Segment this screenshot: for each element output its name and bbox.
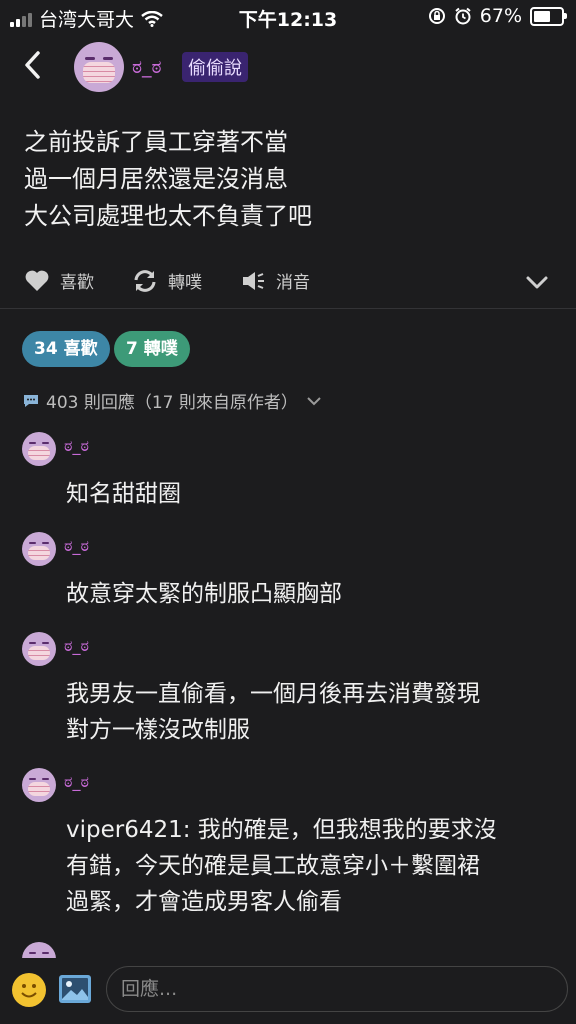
- status-right: 67%: [428, 5, 567, 27]
- commenter-avatar[interactable]: [22, 632, 56, 666]
- post-line: 過一個月居然還是沒消息: [24, 165, 288, 193]
- comment-text: 我男友一直偷看，一個月後再去消費發現 對方一樣沒改制服: [66, 676, 556, 748]
- battery-icon: [530, 6, 567, 26]
- avatar-mask: [28, 445, 50, 460]
- speech-bubble-icon: [24, 394, 38, 407]
- comment-line: 我男友一直偷看，一個月後再去消費發現: [66, 681, 480, 707]
- orientation-lock-icon: [428, 8, 445, 24]
- heart-icon: [25, 270, 49, 291]
- commenter-name[interactable]: ಠ_ಠ: [64, 636, 89, 656]
- avatar-mask: [28, 545, 50, 560]
- comment-line: 有錯，今天的確是員工故意穿小＋繫圍裙: [66, 853, 480, 879]
- battery-percent: 67%: [479, 5, 522, 27]
- reply-summary[interactable]: 403 則回應（17 則來自原作者）: [22, 388, 324, 413]
- avatar-eye: [41, 642, 49, 645]
- comment-line: 知名甜甜圈: [66, 481, 181, 507]
- avatar-eye: [41, 952, 49, 955]
- comment-line: 故意穿太緊的制服凸顯胸部: [66, 581, 342, 607]
- like-count-pill[interactable]: 34 喜歡: [22, 331, 110, 367]
- like-label: 喜歡: [60, 273, 94, 293]
- avatar-mask: [83, 62, 115, 83]
- comment-line: 過緊，才會造成男客人偷看: [66, 889, 342, 915]
- qualifier-badge: 偷偷說: [182, 52, 248, 82]
- repost-count-pill[interactable]: 7 轉噗: [114, 331, 190, 367]
- image-upload-icon[interactable]: [58, 973, 92, 1005]
- post-content: 之前投訴了員工穿著不當 過一個月居然還是沒消息 大公司處理也太不負責了吧: [24, 124, 554, 235]
- battery-fill: [534, 10, 551, 22]
- speaker-mute-icon: [243, 271, 264, 290]
- commenter-avatar[interactable]: [22, 532, 56, 566]
- avatar-eye: [29, 952, 37, 955]
- repost-icon: [134, 269, 156, 292]
- avatar-mask: [28, 781, 50, 796]
- avatar-eye: [29, 542, 37, 545]
- avatar-eye: [41, 542, 49, 545]
- comment-text: 知名甜甜圈: [66, 476, 556, 512]
- commenter-name[interactable]: ಠ_ಠ: [64, 772, 89, 792]
- action-bar: 喜歡 轉噗 消音: [0, 262, 576, 302]
- author-name[interactable]: ಠ_ಠ: [132, 56, 162, 78]
- post-line: 之前投訴了員工穿著不當: [24, 128, 288, 156]
- mute-label: 消音: [276, 273, 310, 293]
- avatar-eye: [103, 57, 113, 60]
- avatar-eye: [29, 642, 37, 645]
- mute-button[interactable]: 消音: [240, 268, 310, 293]
- comment-text: 故意穿太緊的制服凸顯胸部: [66, 576, 556, 612]
- divider: [0, 308, 576, 309]
- alarm-icon: [455, 7, 471, 25]
- comment-text: viper6421: 我的確是，但我想我的要求沒 有錯，今天的確是員工故意穿小＋…: [66, 812, 556, 920]
- reply-count-label: 403 則回應（17 則來自原作者）: [46, 393, 298, 413]
- avatar-eye: [41, 778, 49, 781]
- reply-composer: [0, 958, 576, 1024]
- status-bar: 台湾大哥大 下午12:13 67%: [0, 0, 576, 34]
- avatar-eye: [29, 442, 37, 445]
- repost-label: 轉噗: [168, 273, 202, 293]
- smiley-icon: [21, 984, 37, 998]
- post-line: 大公司處理也太不負責了吧: [24, 202, 312, 230]
- comment-line: 對方一樣沒改制服: [66, 717, 250, 743]
- chevron-down-icon[interactable]: [524, 270, 550, 294]
- post-header: ಠ_ಠ 偷偷說: [0, 38, 576, 98]
- commenter-avatar[interactable]: [22, 768, 56, 802]
- like-button[interactable]: 喜歡: [24, 268, 94, 293]
- avatar-eye: [85, 57, 95, 60]
- avatar-mask: [28, 645, 50, 660]
- commenter-name[interactable]: ಠ_ಠ: [64, 436, 89, 456]
- reply-input[interactable]: [106, 966, 568, 1012]
- avatar-eye: [29, 778, 37, 781]
- commenter-name[interactable]: ಠ_ಠ: [64, 536, 89, 556]
- avatar-eye: [41, 442, 49, 445]
- emoji-button[interactable]: [12, 973, 46, 1007]
- chevron-left-icon[interactable]: [18, 48, 48, 82]
- chevron-down-icon: [307, 396, 321, 405]
- commenter-avatar[interactable]: [22, 432, 56, 466]
- author-avatar[interactable]: [74, 42, 124, 92]
- repost-button[interactable]: 轉噗: [132, 268, 202, 293]
- comment-line: viper6421: 我的確是，但我想我的要求沒: [66, 817, 497, 843]
